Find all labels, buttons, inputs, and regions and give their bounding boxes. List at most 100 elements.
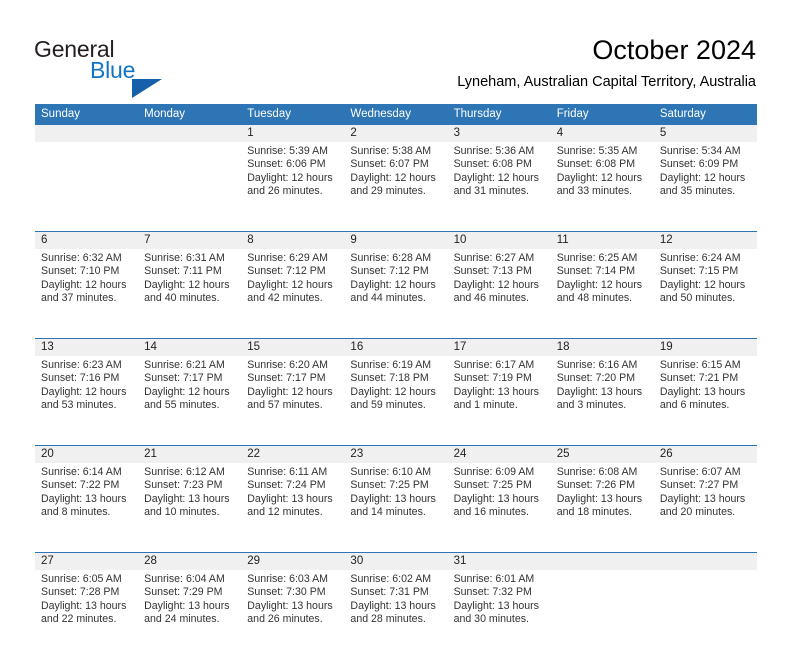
day-number-9[interactable]: 9	[344, 232, 447, 249]
sunrise-text: Sunrise: 5:38 AM	[350, 145, 432, 157]
day-number-5[interactable]: 5	[654, 125, 757, 142]
day-cell-16[interactable]: Sunrise: 6:19 AM Sunset: 7:18 PM Daylight:…	[344, 356, 447, 445]
day-cell-12[interactable]: Sunrise: 6:24 AM Sunset: 7:15 PM Daylight:…	[654, 249, 757, 338]
day-number-12[interactable]: 12	[654, 232, 757, 249]
day-cell-29[interactable]: Sunrise: 6:03 AM Sunset: 7:30 PM Daylight:…	[241, 570, 344, 659]
weekday-header-row: Sunday Monday Tuesday Wednesday Thursday Frid…	[35, 104, 757, 125]
daylight-text: Daylight: 12 hours	[41, 278, 127, 291]
day-number-15[interactable]: 15	[241, 339, 344, 356]
sunset-text: Sunset: 7:16 PM	[41, 372, 120, 385]
day-cell-7[interactable]: Sunrise: 6:31 AM Sunset: 7:11 PM Daylight:…	[138, 249, 241, 338]
day-number-26[interactable]: 26	[654, 446, 757, 463]
sunset-text: Sunset: 7:18 PM	[350, 372, 429, 385]
day-number-18[interactable]: 18	[551, 339, 654, 356]
day-number-13[interactable]: 13	[35, 339, 138, 356]
page-subtitle: Lyneham, Australian Capital Territory, A…	[457, 74, 756, 90]
day-cell-14[interactable]: Sunrise: 6:21 AM Sunset: 7:17 PM Daylight:…	[138, 356, 241, 445]
day-cell-26[interactable]: Sunrise: 6:07 AM Sunset: 7:27 PM Daylight:…	[654, 463, 757, 552]
day-number-28[interactable]: 28	[138, 553, 241, 570]
day-number-23[interactable]: 23	[344, 446, 447, 463]
day-cell-11[interactable]: Sunrise: 6:25 AM Sunset: 7:14 PM Daylight:…	[551, 249, 654, 338]
day-cell-28[interactable]: Sunrise: 6:04 AM Sunset: 7:29 PM Daylight:…	[138, 570, 241, 659]
day-cell-31[interactable]: Sunrise: 6:01 AM Sunset: 7:32 PM Daylight:…	[448, 570, 551, 659]
day-number-14[interactable]: 14	[138, 339, 241, 356]
day-cell-empty	[138, 142, 241, 231]
sunset-text: Sunset: 7:25 PM	[350, 479, 429, 492]
daylight-text: and 6 minutes.	[659, 398, 730, 411]
day-cell-13[interactable]: Sunrise: 6:23 AM Sunset: 7:16 PM Daylight:…	[35, 356, 138, 445]
daylight-text: and 55 minutes.	[144, 398, 220, 411]
day-cell-21[interactable]: Sunrise: 6:12 AM Sunset: 7:23 PM Daylight:…	[138, 463, 241, 552]
calendar-week-row: 1 2 3 4 5 Sunrise: 5:39 AM Sunset: 6:06 PM Dayl…	[35, 125, 757, 231]
day-cell-8[interactable]: Sunrise: 6:29 AM Sunset: 7:12 PM Daylight:…	[241, 249, 344, 338]
day-number-2[interactable]: 2	[344, 125, 447, 142]
sunrise-text: Sunrise: 6:05 AM	[41, 573, 122, 585]
day-number-4[interactable]: 4	[551, 125, 654, 142]
sunrise-text: Sunrise: 6:10 AM	[350, 466, 432, 478]
day-number-30[interactable]: 30	[344, 553, 447, 570]
sunrise-text: Sunrise: 6:24 AM	[659, 252, 741, 264]
page-title: October 2024	[592, 35, 756, 65]
sunset-text: Sunset: 7:32 PM	[453, 586, 532, 599]
day-cell-10[interactable]: Sunrise: 6:27 AM Sunset: 7:13 PM Daylight:…	[448, 249, 551, 338]
day-cell-5[interactable]: Sunrise: 5:34 AM Sunset: 6:09 PM Daylight:…	[654, 142, 757, 231]
day-cell-17[interactable]: Sunrise: 6:17 AM Sunset: 7:19 PM Daylight:…	[448, 356, 551, 445]
daylight-text: Daylight: 12 hours	[247, 278, 333, 291]
day-number-10[interactable]: 10	[448, 232, 551, 249]
sunset-text: Sunset: 7:26 PM	[556, 479, 636, 492]
sunrise-text: Sunrise: 6:19 AM	[350, 359, 432, 371]
day-cell-15[interactable]: Sunrise: 6:20 AM Sunset: 7:17 PM Daylight:…	[241, 356, 344, 445]
weekday-header-monday: Monday	[144, 108, 186, 120]
day-cell-18[interactable]: Sunrise: 6:16 AM Sunset: 7:20 PM Daylight:…	[551, 356, 654, 445]
day-number-6[interactable]: 6	[35, 232, 138, 249]
sunset-text: Sunset: 7:15 PM	[659, 265, 739, 278]
day-number-17[interactable]: 17	[448, 339, 551, 356]
day-cell-6[interactable]: Sunrise: 6:32 AM Sunset: 7:10 PM Daylight:…	[35, 249, 138, 338]
day-number-27[interactable]: 27	[35, 553, 138, 570]
sunset-text: Sunset: 7:27 PM	[659, 479, 739, 492]
day-number-16[interactable]: 16	[344, 339, 447, 356]
day-number-20[interactable]: 20	[35, 446, 138, 463]
daylight-text: and 28 minutes.	[350, 612, 426, 625]
day-number-31[interactable]: 31	[448, 553, 551, 570]
day-cell-30[interactable]: Sunrise: 6:02 AM Sunset: 7:31 PM Daylight:…	[344, 570, 447, 659]
day-cell-20[interactable]: Sunrise: 6:14 AM Sunset: 7:22 PM Daylight:…	[35, 463, 138, 552]
day-number-24[interactable]: 24	[448, 446, 551, 463]
day-number-3[interactable]: 3	[448, 125, 551, 142]
daylight-text: and 46 minutes.	[453, 291, 529, 304]
daylight-text: and 59 minutes.	[350, 398, 426, 411]
day-number-19[interactable]: 19	[654, 339, 757, 356]
daylight-text: Daylight: 13 hours	[659, 385, 746, 398]
day-cell-23[interactable]: Sunrise: 6:10 AM Sunset: 7:25 PM Daylight:…	[344, 463, 447, 552]
calendar-week-row: 13 14 15 16 17 18 19 Sunrise: 6:23 AM Sunset: 7:…	[35, 338, 757, 445]
sunset-text: Sunset: 7:17 PM	[144, 372, 223, 385]
daylight-text: and 35 minutes.	[659, 184, 736, 197]
day-number-1[interactable]: 1	[241, 125, 344, 142]
daylight-text: Daylight: 13 hours	[144, 599, 230, 612]
day-cell-27[interactable]: Sunrise: 6:05 AM Sunset: 7:28 PM Daylight:…	[35, 570, 138, 659]
day-number-25[interactable]: 25	[551, 446, 654, 463]
day-number-7[interactable]: 7	[138, 232, 241, 249]
day-cell-4[interactable]: Sunrise: 5:35 AM Sunset: 6:08 PM Daylight:…	[551, 142, 654, 231]
day-number-11[interactable]: 11	[551, 232, 654, 249]
day-cell-19[interactable]: Sunrise: 6:15 AM Sunset: 7:21 PM Daylight:…	[654, 356, 757, 445]
sunrise-text: Sunrise: 6:20 AM	[247, 359, 328, 371]
day-cell-1[interactable]: Sunrise: 5:39 AM Sunset: 6:06 PM Daylight:…	[241, 142, 344, 231]
day-cell-2[interactable]: Sunrise: 5:38 AM Sunset: 6:07 PM Daylight:…	[344, 142, 447, 231]
daylight-text: Daylight: 12 hours	[41, 385, 127, 398]
day-cell-25[interactable]: Sunrise: 6:08 AM Sunset: 7:26 PM Daylight:…	[551, 463, 654, 552]
sunrise-text: Sunrise: 6:25 AM	[556, 252, 638, 264]
day-cell-22[interactable]: Sunrise: 6:11 AM Sunset: 7:24 PM Daylight:…	[241, 463, 344, 552]
sunset-text: Sunset: 7:10 PM	[41, 265, 120, 278]
sunrise-text: Sunrise: 5:35 AM	[556, 145, 638, 157]
sunrise-text: Sunrise: 6:04 AM	[144, 573, 225, 585]
daylight-text: Daylight: 13 hours	[556, 492, 643, 505]
day-number-21[interactable]: 21	[138, 446, 241, 463]
day-number-8[interactable]: 8	[241, 232, 344, 249]
day-cell-3[interactable]: Sunrise: 5:36 AM Sunset: 6:08 PM Daylight:…	[448, 142, 551, 231]
daylight-text: and 24 minutes.	[144, 612, 220, 625]
day-cell-24[interactable]: Sunrise: 6:09 AM Sunset: 7:25 PM Daylight:…	[448, 463, 551, 552]
day-number-22[interactable]: 22	[241, 446, 344, 463]
day-number-29[interactable]: 29	[241, 553, 344, 570]
day-cell-9[interactable]: Sunrise: 6:28 AM Sunset: 7:12 PM Daylight:…	[344, 249, 447, 338]
